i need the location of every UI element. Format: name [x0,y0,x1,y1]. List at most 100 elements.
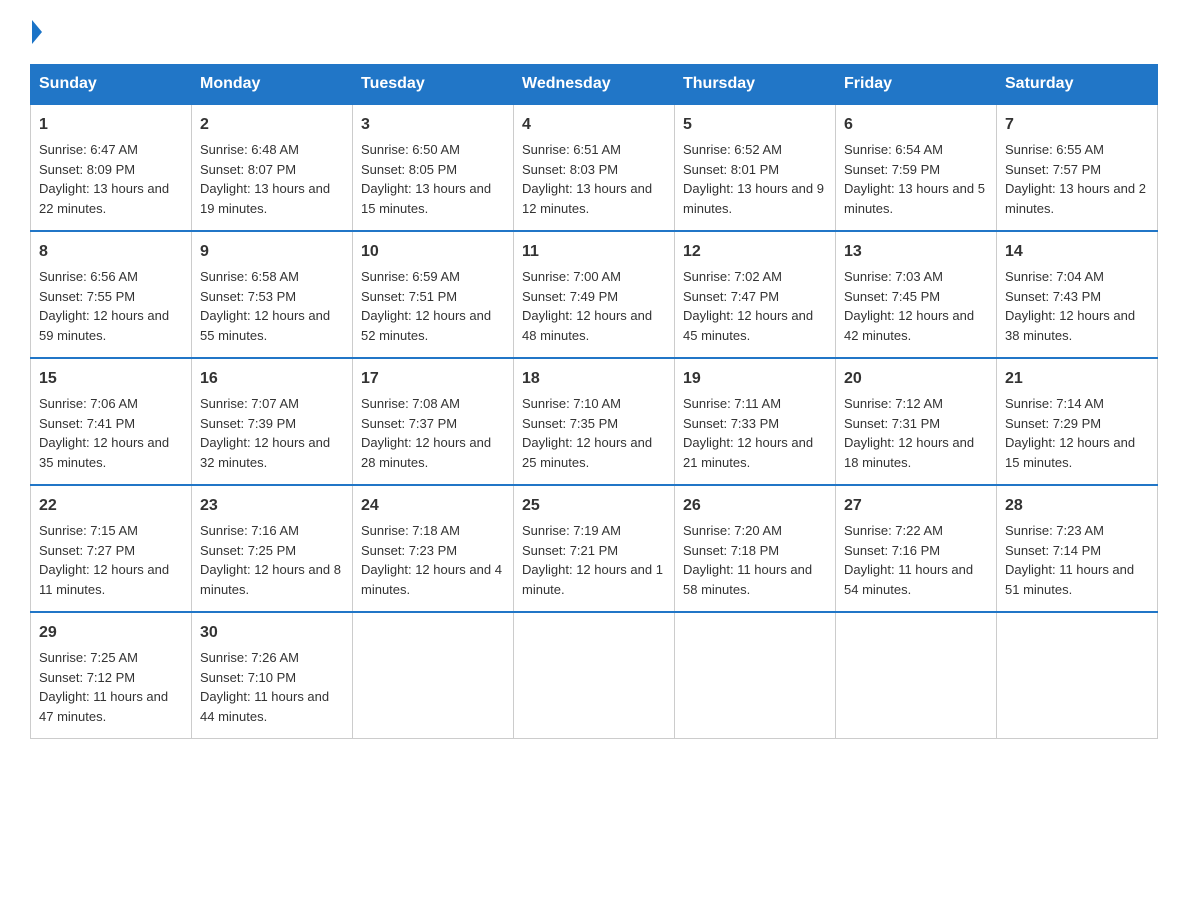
sunrise-text: Sunrise: 6:47 AM [39,142,138,157]
calendar-cell: 27Sunrise: 7:22 AMSunset: 7:16 PMDayligh… [836,485,997,612]
daylight-text: Daylight: 12 hours and 48 minutes. [522,308,652,343]
calendar-cell: 16Sunrise: 7:07 AMSunset: 7:39 PMDayligh… [192,358,353,485]
calendar-cell [836,612,997,739]
calendar-cell [353,612,514,739]
sunrise-text: Sunrise: 6:48 AM [200,142,299,157]
sunset-text: Sunset: 8:05 PM [361,162,457,177]
day-number: 29 [39,621,183,645]
day-number: 6 [844,113,988,137]
day-number: 28 [1005,494,1149,518]
daylight-text: Daylight: 12 hours and 32 minutes. [200,435,330,470]
sunset-text: Sunset: 7:10 PM [200,670,296,685]
logo [30,20,42,44]
sunset-text: Sunset: 7:57 PM [1005,162,1101,177]
header-day-monday: Monday [192,65,353,105]
sunset-text: Sunset: 8:07 PM [200,162,296,177]
daylight-text: Daylight: 12 hours and 55 minutes. [200,308,330,343]
sunrise-text: Sunrise: 6:56 AM [39,269,138,284]
calendar-header: SundayMondayTuesdayWednesdayThursdayFrid… [31,65,1158,105]
daylight-text: Daylight: 13 hours and 15 minutes. [361,181,491,216]
day-number: 16 [200,367,344,391]
calendar-week-row: 29Sunrise: 7:25 AMSunset: 7:12 PMDayligh… [31,612,1158,739]
day-number: 21 [1005,367,1149,391]
sunrise-text: Sunrise: 7:18 AM [361,523,460,538]
sunset-text: Sunset: 7:23 PM [361,543,457,558]
sunset-text: Sunset: 7:53 PM [200,289,296,304]
calendar-cell: 7 Sunrise: 6:55 AM Sunset: 7:57 PM Daylight… [997,104,1158,231]
day-number: 7 [1005,113,1149,137]
header-row: SundayMondayTuesdayWednesdayThursdayFrid… [31,65,1158,105]
sunrise-text: Sunrise: 7:11 AM [683,396,781,411]
sunrise-text: Sunrise: 7:26 AM [200,650,299,665]
sunrise-text: Sunrise: 6:51 AM [522,142,621,157]
calendar-week-row: 1Sunrise: 6:47 AMSunset: 8:09 PMDaylight… [31,104,1158,231]
daylight-text: Daylight: 12 hours and 18 minutes. [844,435,974,470]
sunset-text: Sunset: 7:55 PM [39,289,135,304]
sunset-text: Sunset: 7:59 PM [844,162,940,177]
sunrise-text: Sunrise: 7:20 AM [683,523,782,538]
calendar-cell [997,612,1158,739]
sunset-text: Sunset: 7:12 PM [39,670,135,685]
sunset-text: Sunset: 7:21 PM [522,543,618,558]
sunset-text: Sunset: 7:33 PM [683,416,779,431]
day-number: 5 [683,113,827,137]
day-number: 19 [683,367,827,391]
day-number: 25 [522,494,666,518]
day-number: 3 [361,113,505,137]
sunset-text: Sunset: 7:18 PM [683,543,779,558]
daylight-text: Daylight: 11 hours and 47 minutes. [39,689,168,724]
day-number: 18 [522,367,666,391]
sunset-text: Sunset: 7:51 PM [361,289,457,304]
daylight-text: Daylight: 12 hours and 15 minutes. [1005,435,1135,470]
daylight-text: Daylight: 12 hours and 45 minutes. [683,308,813,343]
page-header [30,20,1158,44]
calendar-cell: 13Sunrise: 7:03 AMSunset: 7:45 PMDayligh… [836,231,997,358]
calendar-cell: 9Sunrise: 6:58 AMSunset: 7:53 PMDaylight… [192,231,353,358]
calendar-cell: 3Sunrise: 6:50 AMSunset: 8:05 PMDaylight… [353,104,514,231]
daylight-text: Daylight: 12 hours and 42 minutes. [844,308,974,343]
sunrise-text: Sunrise: 7:23 AM [1005,523,1104,538]
calendar-cell: 6Sunrise: 6:54 AMSunset: 7:59 PMDaylight… [836,104,997,231]
logo-triangle-icon [32,20,42,44]
sunrise-text: Sunrise: 6:59 AM [361,269,460,284]
sunset-text: Sunset: 7:27 PM [39,543,135,558]
day-number: 13 [844,240,988,264]
calendar-cell: 15Sunrise: 7:06 AMSunset: 7:41 PMDayligh… [31,358,192,485]
sunrise-text: Sunrise: 7:14 AM [1005,396,1104,411]
header-day-saturday: Saturday [997,65,1158,105]
sunset-text: Sunset: 7:37 PM [361,416,457,431]
calendar-cell: 23Sunrise: 7:16 AMSunset: 7:25 PMDayligh… [192,485,353,612]
sunset-text: Sunset: 7:49 PM [522,289,618,304]
sunrise-text: Sunrise: 7:06 AM [39,396,138,411]
sunset-text: Sunset: 7:35 PM [522,416,618,431]
sunset-text: Sunset: 7:16 PM [844,543,940,558]
sunrise-text: Sunrise: 7:04 AM [1005,269,1104,284]
sunset-text: Sunset: 7:39 PM [200,416,296,431]
calendar-cell: 21 Sunrise: 7:14 AM Sunset: 7:29 PM Dayligh… [997,358,1158,485]
calendar-cell: 18Sunrise: 7:10 AMSunset: 7:35 PMDayligh… [514,358,675,485]
daylight-text: Daylight: 13 hours and 19 minutes. [200,181,330,216]
calendar-cell: 10Sunrise: 6:59 AMSunset: 7:51 PMDayligh… [353,231,514,358]
sunset-text: Sunset: 7:25 PM [200,543,296,558]
daylight-text: Daylight: 13 hours and 2 minutes. [1005,181,1146,216]
calendar-cell: 19Sunrise: 7:11 AMSunset: 7:33 PMDayligh… [675,358,836,485]
daylight-text: Daylight: 12 hours and 28 minutes. [361,435,491,470]
sunrise-text: Sunrise: 7:19 AM [522,523,621,538]
day-number: 8 [39,240,183,264]
calendar-cell: 28Sunrise: 7:23 AMSunset: 7:14 PMDayligh… [997,485,1158,612]
sunrise-text: Sunrise: 7:00 AM [522,269,621,284]
sunrise-text: Sunrise: 6:55 AM [1005,142,1104,157]
sunrise-text: Sunrise: 7:12 AM [844,396,943,411]
calendar-cell: 24Sunrise: 7:18 AMSunset: 7:23 PMDayligh… [353,485,514,612]
day-number: 20 [844,367,988,391]
sunrise-text: Sunrise: 7:03 AM [844,269,943,284]
sunset-text: Sunset: 7:29 PM [1005,416,1101,431]
day-number: 17 [361,367,505,391]
sunset-text: Sunset: 7:43 PM [1005,289,1101,304]
daylight-text: Daylight: 12 hours and 8 minutes. [200,562,341,597]
day-number: 10 [361,240,505,264]
daylight-text: Daylight: 12 hours and 35 minutes. [39,435,169,470]
daylight-text: Daylight: 13 hours and 12 minutes. [522,181,652,216]
day-number: 2 [200,113,344,137]
calendar-cell [514,612,675,739]
